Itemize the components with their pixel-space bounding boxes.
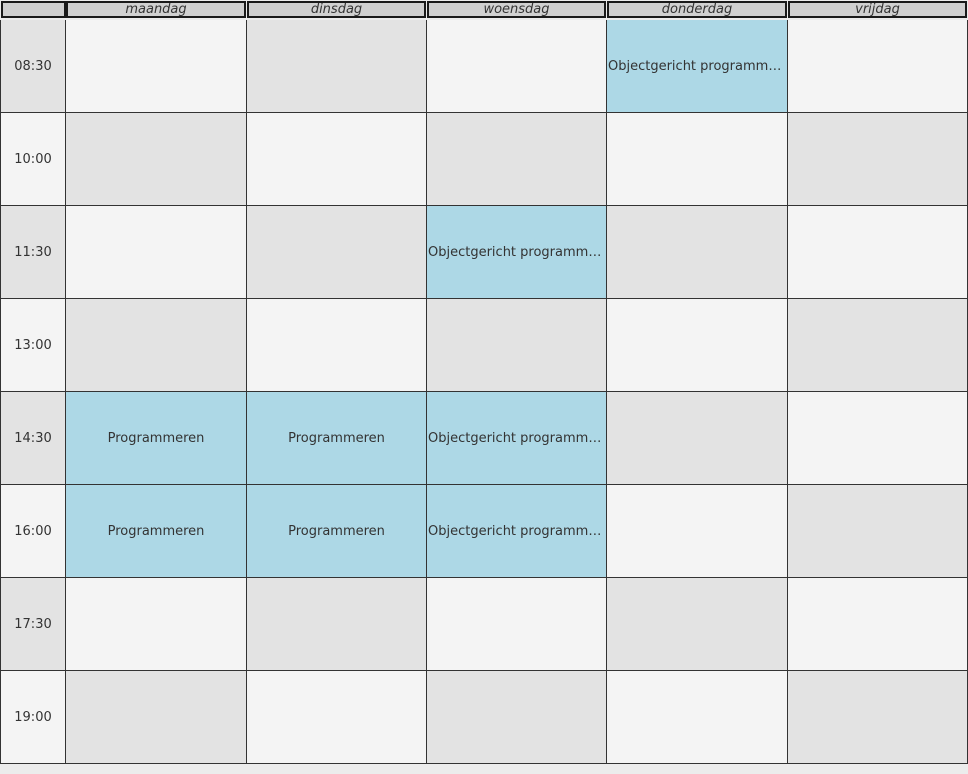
course-block[interactable]: Objectgericht programmeren: [427, 392, 607, 485]
course-name: Objectgericht programmeren: [428, 430, 606, 446]
timetable-slot[interactable]: [247, 206, 427, 299]
time-slot-label: 11:30: [0, 206, 66, 299]
course-block[interactable]: Programmeren: [66, 485, 247, 578]
day-header-maandag[interactable]: maandag: [66, 1, 246, 18]
course-block[interactable]: Objectgericht programmeren: [427, 485, 607, 578]
timetable-slot[interactable]: [247, 299, 427, 392]
timetable-slot[interactable]: [66, 299, 247, 392]
timetable-slot[interactable]: [427, 20, 607, 113]
timetable-slot[interactable]: [247, 578, 427, 671]
course-name: Programmeren: [107, 523, 205, 539]
timetable-grid: maandag dinsdag woensdag donderdag vrijdag 08…: [0, 0, 968, 774]
time-slot-label: 10:00: [0, 113, 66, 206]
time-slot-label: 19:00: [0, 671, 66, 764]
timetable-slot[interactable]: [788, 485, 968, 578]
time-label: 13:00: [14, 337, 52, 353]
timetable-slot[interactable]: [427, 671, 607, 764]
header-corner: [1, 1, 66, 18]
timetable-slot[interactable]: [788, 20, 968, 113]
timetable-slot[interactable]: [66, 206, 247, 299]
timetable-slot[interactable]: [66, 113, 247, 206]
timetable-slot[interactable]: [607, 485, 788, 578]
course-block[interactable]: Objectgericht programmeren: [427, 206, 607, 299]
course-block[interactable]: Programmeren: [247, 392, 427, 485]
timetable-slot[interactable]: [66, 671, 247, 764]
time-label: 10:00: [14, 151, 52, 167]
course-name: Programmeren: [107, 430, 205, 446]
time-slot-label: 16:00: [0, 485, 66, 578]
day-header-dinsdag[interactable]: dinsdag: [247, 1, 426, 18]
timetable-slot[interactable]: [607, 392, 788, 485]
course-name: Objectgericht programmeren: [428, 523, 606, 539]
day-header-vrijdag[interactable]: vrijdag: [788, 1, 967, 18]
course-block[interactable]: Programmeren: [247, 485, 427, 578]
timetable-slot[interactable]: [788, 392, 968, 485]
timetable-slot[interactable]: [788, 113, 968, 206]
timetable-slot[interactable]: [427, 578, 607, 671]
timetable-slot[interactable]: [247, 113, 427, 206]
timetable-slot[interactable]: [607, 578, 788, 671]
timetable-slot[interactable]: [788, 671, 968, 764]
time-slot-label: 13:00: [0, 299, 66, 392]
time-slot-label: 14:30: [0, 392, 66, 485]
timetable-slot[interactable]: [247, 20, 427, 113]
timetable-slot[interactable]: [607, 206, 788, 299]
day-header-woensdag[interactable]: woensdag: [427, 1, 606, 18]
time-label: 16:00: [14, 523, 52, 539]
course-name: Objectgericht programmeren: [428, 244, 606, 260]
timetable-slot[interactable]: [788, 299, 968, 392]
day-header-donderdag[interactable]: donderdag: [607, 1, 787, 18]
time-label: 14:30: [14, 430, 52, 446]
course-name: Programmeren: [288, 430, 385, 446]
timetable-slot[interactable]: [66, 578, 247, 671]
timetable-slot[interactable]: [607, 299, 788, 392]
course-name: Objectgericht programmeren: [608, 58, 787, 74]
course-block[interactable]: Objectgericht programmeren: [607, 20, 788, 113]
timetable-slot[interactable]: [66, 20, 247, 113]
time-slot-label: 17:30: [0, 578, 66, 671]
time-label: 19:00: [14, 709, 52, 725]
course-block[interactable]: Programmeren: [66, 392, 247, 485]
timetable-slot[interactable]: [427, 113, 607, 206]
timetable-slot[interactable]: [247, 671, 427, 764]
time-slot-label: 08:30: [0, 20, 66, 113]
time-label: 11:30: [14, 244, 52, 260]
timetable-slot[interactable]: [788, 206, 968, 299]
timetable-slot[interactable]: [607, 671, 788, 764]
time-label: 17:30: [14, 616, 52, 632]
timetable-slot[interactable]: [607, 113, 788, 206]
course-name: Programmeren: [288, 523, 385, 539]
time-label: 08:30: [14, 58, 52, 74]
timetable-slot[interactable]: [427, 299, 607, 392]
timetable-slot[interactable]: [788, 578, 968, 671]
